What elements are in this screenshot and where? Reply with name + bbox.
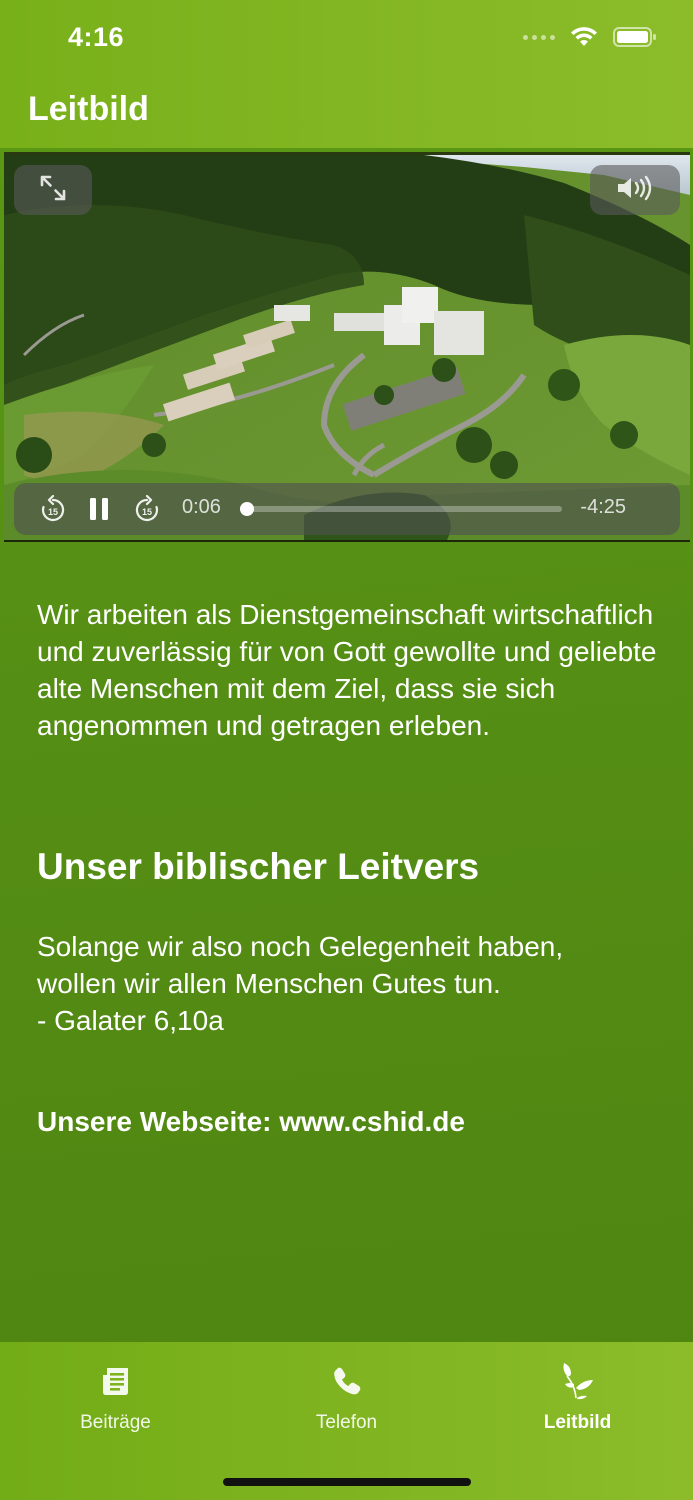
header-bar: 4:16 Leitbild bbox=[0, 0, 693, 148]
pause-icon[interactable] bbox=[88, 497, 110, 526]
verse-line: Solange wir also noch Gelegenheit haben, bbox=[37, 931, 564, 962]
tab-label: Beiträge bbox=[80, 1412, 151, 1433]
cellular-signal-icon bbox=[523, 34, 555, 40]
playback-controls: 15 15 0:06 -4:25 bbox=[14, 483, 680, 535]
leaves-icon bbox=[561, 1362, 595, 1400]
video-player[interactable]: 15 15 0:06 -4:25 bbox=[4, 152, 690, 542]
website-link[interactable]: Unsere Webseite: www.cshid.de bbox=[37, 1106, 465, 1138]
skip-back-15-icon[interactable]: 15 bbox=[40, 494, 66, 528]
section-heading: Unser biblischer Leitvers bbox=[37, 846, 480, 887]
verse-source: - Galater 6,10a bbox=[37, 1005, 224, 1036]
progress-knob[interactable] bbox=[240, 502, 255, 516]
svg-text:15: 15 bbox=[142, 507, 152, 517]
wifi-icon bbox=[569, 26, 599, 48]
speaker-volume-icon bbox=[615, 174, 655, 207]
tab-bar: Beiträge Telefon Leitbild bbox=[0, 1342, 693, 1500]
expand-arrows-icon bbox=[38, 173, 68, 208]
bible-verse: Solange wir also noch Gelegenheit haben,… bbox=[37, 928, 667, 1039]
status-indicators bbox=[523, 26, 657, 48]
tab-telefon[interactable]: Telefon bbox=[231, 1342, 462, 1442]
tab-label: Leitbild bbox=[543, 1412, 612, 1433]
battery-icon bbox=[613, 26, 657, 48]
current-time: 0:06 bbox=[182, 496, 221, 518]
newspaper-icon bbox=[100, 1362, 132, 1400]
mute-button[interactable] bbox=[590, 165, 680, 215]
mission-statement: Wir arbeiten als Dienstgemeinschaft wirt… bbox=[37, 599, 657, 741]
tab-leitbild[interactable]: Leitbild bbox=[462, 1342, 693, 1442]
tab-label: Telefon bbox=[315, 1412, 378, 1433]
tab-beitraege[interactable]: Beiträge bbox=[0, 1342, 231, 1442]
skip-forward-15-icon[interactable]: 15 bbox=[134, 494, 160, 528]
phone-icon bbox=[332, 1362, 362, 1400]
progress-slider[interactable] bbox=[240, 502, 562, 516]
status-time: 4:16 bbox=[68, 22, 125, 52]
remaining-time: -4:25 bbox=[580, 496, 626, 518]
svg-text:15: 15 bbox=[48, 507, 58, 517]
home-indicator[interactable] bbox=[223, 1478, 471, 1486]
fullscreen-button[interactable] bbox=[14, 165, 92, 215]
verse-line: wollen wir allen Menschen Gutes tun. bbox=[37, 968, 501, 999]
page-title: Leitbild bbox=[28, 90, 149, 128]
